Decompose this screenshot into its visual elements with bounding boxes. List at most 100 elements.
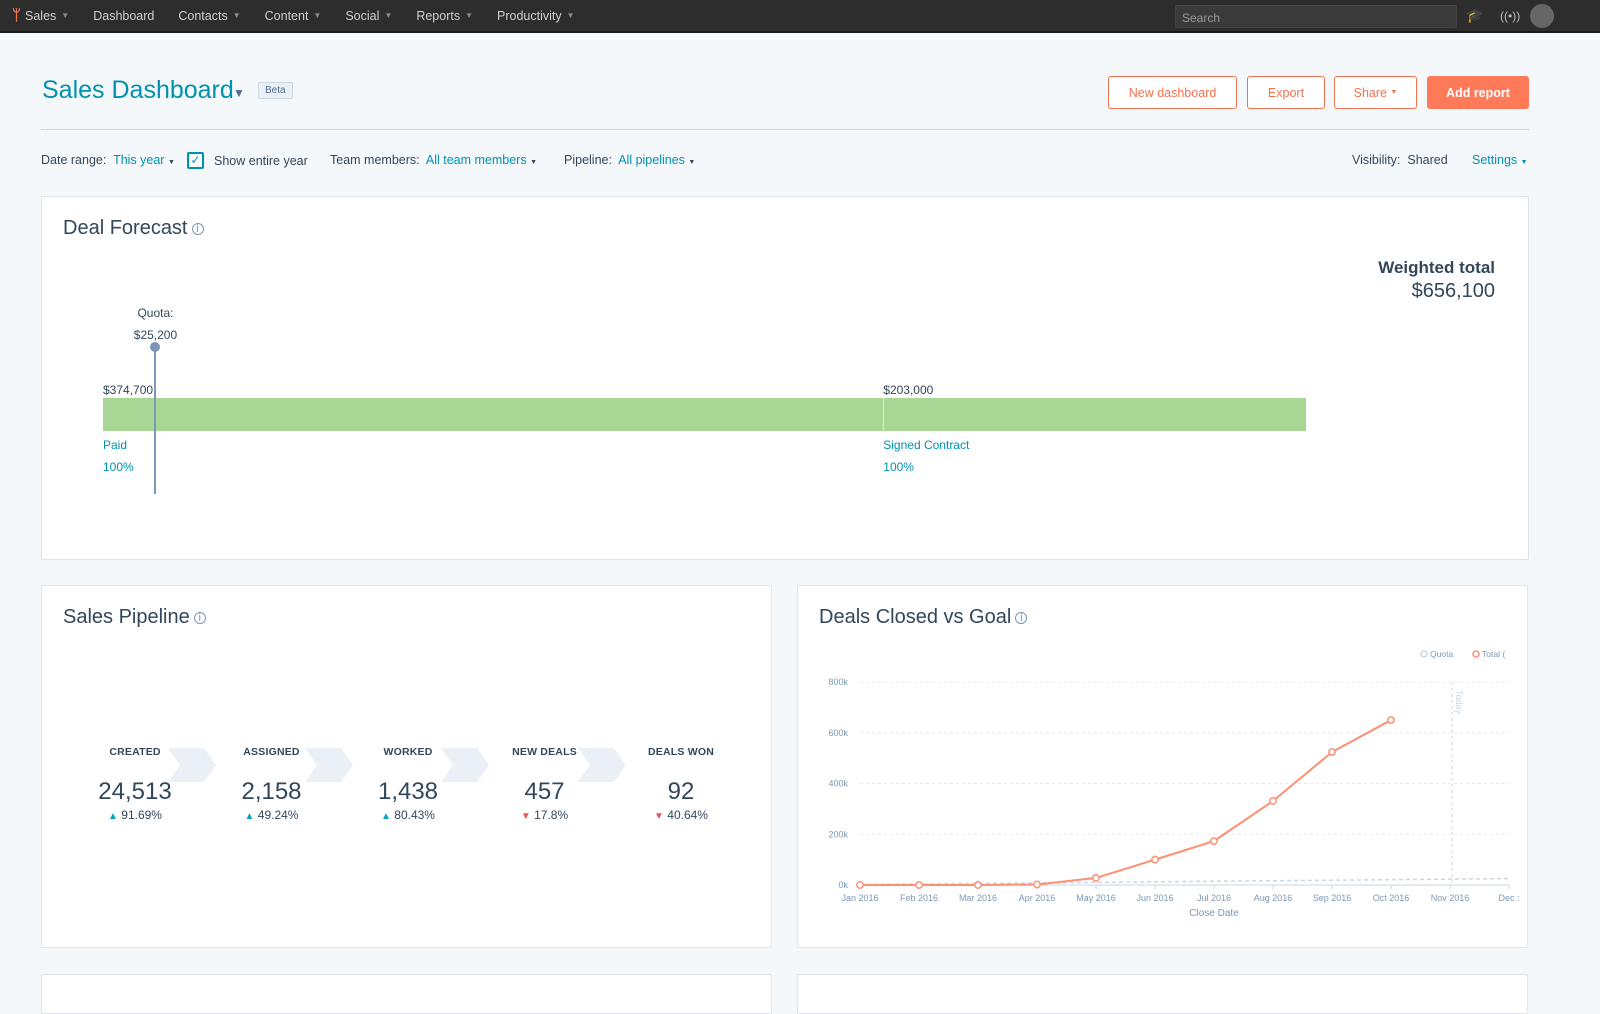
date-range-value[interactable]: This year — [113, 153, 164, 167]
forecast-bar — [103, 398, 1306, 431]
share-button[interactable]: Share ▼ — [1334, 76, 1417, 109]
x-tick-label: Oct 2016 — [1373, 893, 1410, 903]
y-tick-label: 200k — [828, 829, 848, 839]
chevron-down-icon: ▼ — [465, 11, 474, 20]
triangle-down-icon: ▼ — [654, 811, 664, 822]
nav-dashboard[interactable]: Dashboard — [93, 9, 154, 23]
y-tick-label: 400k — [828, 779, 848, 789]
nav-sales-label: Sales — [25, 8, 57, 23]
segment-divider — [883, 398, 885, 431]
team-filter[interactable]: Team members: All team members ▼ — [330, 153, 537, 167]
stage-value: 92 — [667, 778, 695, 805]
chevron-down-icon: ▼ — [232, 11, 241, 20]
stage-change: ▼ 17.8% — [480, 808, 610, 822]
chevron-down-icon: ▼ — [61, 11, 70, 20]
nav-item-label: Reports — [416, 8, 461, 23]
deal-forecast-title: Deal Forecast — [63, 217, 188, 239]
legend-label: Quota — [1430, 649, 1453, 659]
team-label: Team members: — [330, 153, 420, 167]
nav-item-label: Dashboard — [93, 8, 155, 23]
nav-productivity[interactable]: Productivity ▼ — [497, 9, 575, 23]
x-tick-label: Apr 2016 — [1019, 893, 1056, 903]
chevron-down-icon[interactable]: ▼ — [233, 86, 245, 100]
weighted-total-value: $656,100 — [1411, 280, 1495, 302]
deal-forecast-card: Deal Forecast i Weighted total $656,100 $… — [41, 196, 1529, 560]
info-icon[interactable]: i — [191, 222, 204, 235]
nav-reports[interactable]: Reports ▼ — [416, 9, 473, 23]
chevron-down-icon: ▼ — [688, 159, 696, 166]
stage-change-value: 49.24% — [257, 808, 299, 822]
legend-marker — [1420, 650, 1428, 658]
search-input[interactable]: Search — [1175, 5, 1457, 28]
sales-pipeline-card: Sales Pipeline i CREATED 24,513 ▲ 91.69% … — [41, 585, 772, 948]
stage-value: 457 — [524, 778, 565, 805]
data-point — [1033, 880, 1041, 889]
settings-dropdown[interactable]: Settings ▼ — [1472, 153, 1528, 167]
chevron-down-icon: ▼ — [384, 11, 393, 20]
nav-item-label: Content — [264, 8, 309, 23]
x-tick-label: Nov 2016 — [1431, 893, 1470, 903]
add-report-button[interactable]: Add report — [1427, 76, 1529, 109]
team-value[interactable]: All team members — [426, 153, 527, 167]
hubspot-logo-icon[interactable]: ᛘ — [12, 7, 21, 24]
data-point — [974, 881, 982, 889]
stage-change-value: 17.8% — [534, 808, 569, 822]
chevron-down-icon: ▼ — [530, 159, 538, 166]
nav-item-label: Social — [345, 8, 380, 23]
new-dashboard-button[interactable]: New dashboard — [1108, 76, 1237, 109]
segment-pct: 100% — [103, 460, 134, 474]
notifications-icon[interactable]: ((•)) — [1500, 9, 1520, 23]
triangle-up-icon: ▲ — [381, 811, 391, 822]
share-label: Share — [1353, 85, 1387, 100]
x-tick-label: Mar 2016 — [959, 893, 997, 903]
date-range-filter[interactable]: Date range: This year ▼ — [41, 153, 175, 167]
top-nav: ᛘ Sales ▼ Dashboard Contacts ▼ Content ▼ Socia… — [0, 0, 1600, 33]
stage-change: ▼ 40.64% — [616, 808, 746, 822]
segment-stage[interactable]: Paid — [103, 438, 127, 452]
stage-value: 2,158 — [241, 778, 302, 805]
forecast-chart: $374,700 Paid 100% $203,000 Signed Contr… — [103, 306, 1306, 507]
legend-label: Total ( — [1482, 649, 1505, 659]
segment-amount: $374,700 — [103, 383, 154, 397]
pipeline-filter[interactable]: Pipeline: All pipelines ▼ — [564, 153, 695, 167]
segment-amount: $203,000 — [883, 383, 934, 397]
x-tick-label: Feb 2016 — [900, 893, 938, 903]
show-entire-year-label[interactable]: Show entire year — [214, 154, 308, 168]
page-title[interactable]: Sales Dashboard — [42, 76, 234, 105]
show-entire-year-checkbox[interactable]: ✓ — [187, 152, 204, 169]
data-point — [915, 881, 923, 889]
stage-change: ▲ 80.43% — [343, 808, 473, 822]
visibility-label: Visibility: — [1352, 153, 1401, 167]
pipeline-value[interactable]: All pipelines — [618, 153, 685, 167]
segment-pct: 100% — [883, 460, 914, 474]
info-icon[interactable]: i — [193, 611, 206, 624]
pipeline-label: Pipeline: — [564, 153, 612, 167]
stage-change-value: 80.43% — [394, 808, 435, 822]
deals-closed-chart: 0k 200k 400k 600k 800k Jan 2016 Feb 2016 Mar 20… — [828, 649, 1519, 919]
nav-content[interactable]: Content ▼ — [265, 9, 322, 23]
triangle-up-icon: ▲ — [108, 811, 118, 822]
stage-change: ▲ 49.24% — [207, 808, 337, 822]
series-line-total — [860, 719, 1392, 886]
x-tick-label: May 2016 — [1076, 893, 1116, 903]
triangle-down-icon: ▼ — [520, 811, 531, 822]
stage-change-value: 40.64% — [667, 808, 708, 822]
stage-value: 24,513 — [98, 778, 172, 805]
export-button[interactable]: Export — [1247, 76, 1325, 109]
segment-stage[interactable]: Signed Contract — [883, 438, 969, 452]
quota-marker[interactable] — [150, 342, 161, 352]
x-tick-label: Jan 2016 — [841, 893, 878, 903]
nav-social[interactable]: Social ▼ — [345, 9, 392, 23]
x-tick-label: Jun 2016 — [1136, 893, 1173, 903]
y-tick-label: 600k — [828, 728, 848, 738]
academy-icon[interactable]: 🎓 — [1466, 7, 1483, 24]
settings-label: Settings — [1472, 153, 1518, 167]
nav-sales[interactable]: Sales ▼ — [25, 9, 69, 23]
stage-value: 1,438 — [377, 778, 439, 805]
data-point — [1210, 837, 1218, 846]
nav-contacts[interactable]: Contacts ▼ — [178, 9, 240, 23]
weighted-total-label: Weighted total — [1378, 258, 1495, 277]
avatar[interactable] — [1530, 4, 1554, 28]
data-point — [856, 881, 864, 889]
visibility-value: Shared — [1407, 153, 1448, 167]
